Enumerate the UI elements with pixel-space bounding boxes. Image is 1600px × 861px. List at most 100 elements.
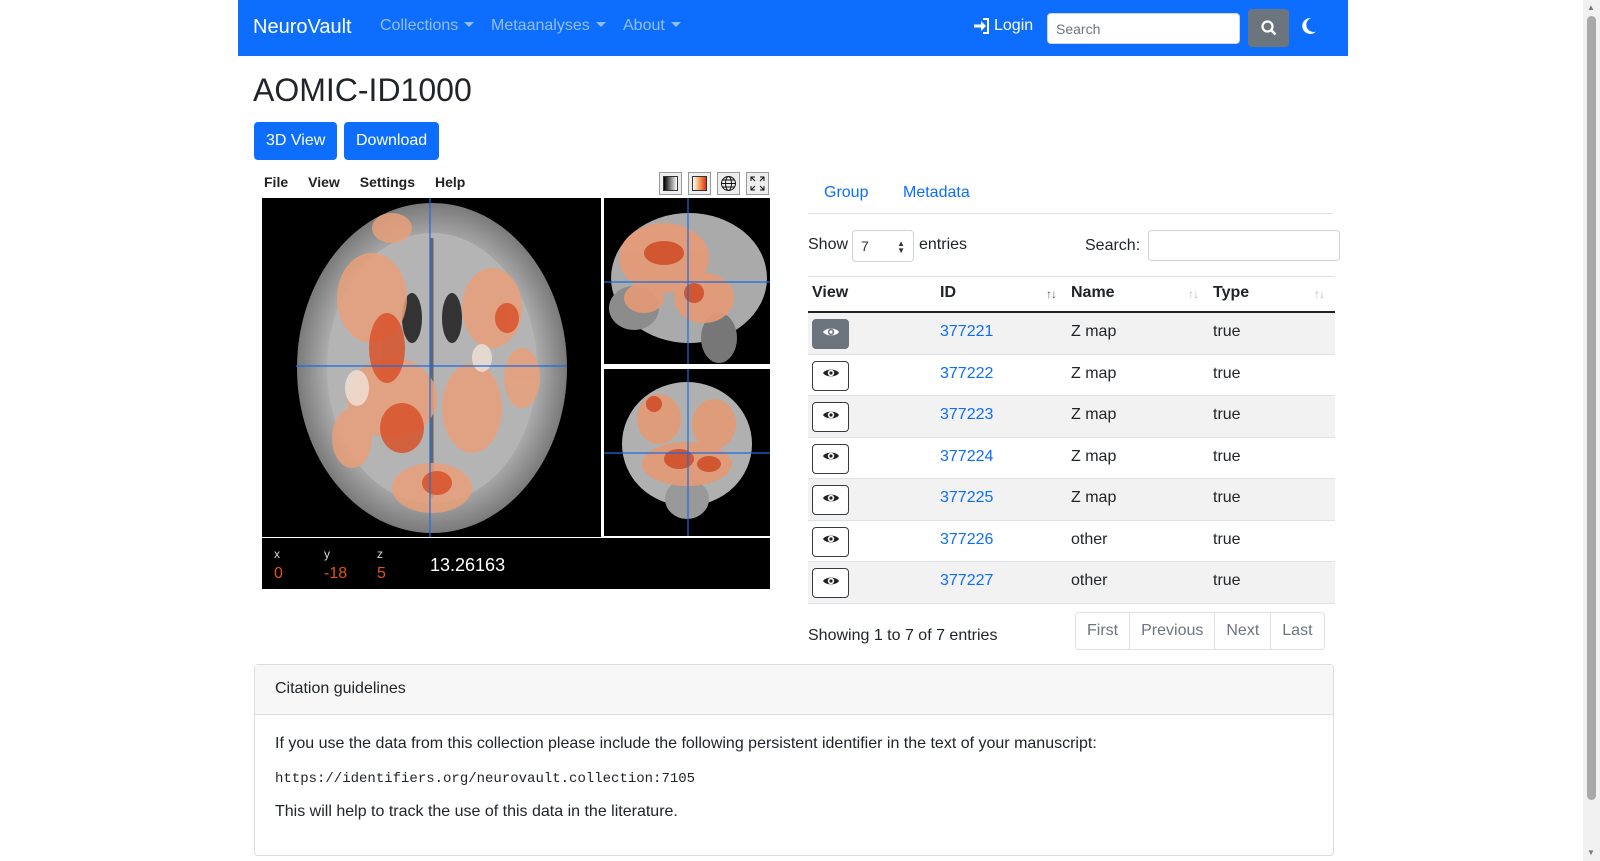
sagittal-view-canvas[interactable] <box>604 198 770 364</box>
chevron-down-icon <box>595 22 606 27</box>
sort-icon: ↑↓ <box>1188 287 1199 301</box>
entries-per-page-select[interactable]: 7 ▲ ▼ <box>852 230 914 262</box>
image-type-cell: true <box>1213 447 1241 465</box>
colormap-icon[interactable] <box>688 172 711 195</box>
nav-collections[interactable]: Collections <box>380 17 475 35</box>
viewer-menu-view[interactable]: View <box>306 172 342 192</box>
image-id-link[interactable]: 377221 <box>940 323 993 341</box>
view-image-button[interactable] <box>812 526 849 557</box>
coronal-view-canvas[interactable] <box>604 369 770 536</box>
navbar-search-input[interactable] <box>1047 13 1240 44</box>
image-type-cell: true <box>1213 572 1241 589</box>
view-image-button[interactable] <box>812 402 849 432</box>
image-type-cell: true <box>1213 364 1241 382</box>
tab-group[interactable]: Group <box>824 184 868 202</box>
viewer-menu-settings[interactable]: Settings <box>358 172 417 192</box>
image-id-link[interactable]: 377222 <box>940 365 993 383</box>
column-header-type[interactable]: Type <box>1213 284 1249 302</box>
table-row: 377226 other true <box>808 521 1335 562</box>
viewer-menu-help[interactable]: Help <box>433 172 467 192</box>
pagination: First Previous Next Last <box>1075 612 1325 650</box>
image-name-cell: Z map <box>1071 447 1117 465</box>
column-header-id[interactable]: ID <box>940 284 956 302</box>
nav-metaanalyses[interactable]: Metaanalyses <box>491 17 606 35</box>
dark-mode-moon-icon[interactable] <box>1301 17 1317 35</box>
table-search-input[interactable] <box>1148 230 1340 261</box>
image-name-cell: Z map <box>1071 489 1117 506</box>
chevron-down-icon <box>464 22 475 27</box>
image-name-cell: Z map <box>1071 323 1117 340</box>
view-image-button[interactable] <box>812 568 849 598</box>
column-header-name[interactable]: Name <box>1071 284 1115 302</box>
show-label: Show <box>808 236 849 253</box>
pager-last[interactable]: Last <box>1271 613 1323 649</box>
content-tabs: Group Metadata <box>808 172 1332 214</box>
eye-icon <box>822 532 840 551</box>
y-coord-value: -18 <box>324 565 348 582</box>
eye-icon <box>822 325 840 344</box>
fullscreen-icon[interactable] <box>746 172 769 195</box>
image-id-link[interactable]: 377223 <box>940 406 993 424</box>
image-type-cell: true <box>1213 406 1241 423</box>
table-header-row: View ID ↑↓ Name ↑↓ Type ↑↓ <box>808 276 1335 313</box>
table-info: Showing 1 to 7 of 7 entries <box>808 627 998 644</box>
scroll-down-icon[interactable]: ▼ <box>1587 848 1595 857</box>
pager-previous[interactable]: Previous <box>1130 613 1216 649</box>
view-image-button[interactable] <box>812 319 849 349</box>
pager-first[interactable]: First <box>1076 613 1131 649</box>
citation-header: Citation guidelines <box>255 665 1333 715</box>
tab-metadata[interactable]: Metadata <box>903 184 970 202</box>
scroll-up-icon[interactable]: ▲ <box>1587 3 1595 12</box>
image-id-link[interactable]: 377225 <box>940 489 993 507</box>
view-image-button[interactable] <box>812 443 849 474</box>
eye-icon <box>822 574 840 593</box>
column-header-view[interactable]: View <box>812 284 848 302</box>
table-row: 377225 Z map true <box>808 479 1335 521</box>
grayscale-icon[interactable] <box>659 172 682 195</box>
page-scrollbar[interactable]: ▲ ▼ <box>1583 0 1600 861</box>
image-name-cell: Z map <box>1071 406 1117 423</box>
viewer-menu-file[interactable]: File <box>262 172 290 192</box>
view-image-button[interactable] <box>812 360 849 391</box>
image-name-cell: other <box>1071 530 1108 548</box>
citation-body: If you use the data from this collection… <box>255 715 1333 857</box>
globe-icon[interactable] <box>717 172 740 195</box>
z-coord-label: z <box>377 547 383 561</box>
image-type-cell: true <box>1213 323 1241 340</box>
login-link[interactable]: Login <box>973 17 1033 35</box>
download-button[interactable]: Download <box>344 122 440 160</box>
table-row: 377227 other true <box>808 562 1335 604</box>
select-arrows-icon: ▲ ▼ <box>897 239 905 255</box>
pager-next[interactable]: Next <box>1215 613 1272 649</box>
axial-view-canvas[interactable] <box>262 198 601 537</box>
viewer-coordinates-bar: x y z 0 -18 5 13.26163 <box>262 538 770 589</box>
navbar-search-button[interactable] <box>1248 9 1289 47</box>
page-title: AOMIC-ID1000 <box>253 72 472 108</box>
3d-view-button[interactable]: 3D View <box>254 122 338 160</box>
image-id-link[interactable]: 377226 <box>940 531 993 549</box>
image-id-link[interactable]: 377224 <box>940 448 993 466</box>
image-type-cell: true <box>1213 530 1241 548</box>
eye-icon <box>822 449 840 468</box>
top-navbar: NeuroVault Collections Metaanalyses Abou… <box>238 0 1348 56</box>
eye-icon <box>822 366 840 385</box>
brand-link[interactable]: NeuroVault <box>253 16 352 39</box>
citation-outro: This will help to track the use of this … <box>275 803 678 820</box>
table-body: 377221 Z map true 377222 Z map true 377223 Z ma… <box>808 313 1335 604</box>
sign-in-icon <box>974 18 989 34</box>
x-coord-value: 0 <box>274 565 283 582</box>
viewer-toolbar <box>659 172 769 195</box>
citation-card: Citation guidelines If you use the data … <box>254 664 1334 856</box>
sort-ascending-icon: ↑↓ <box>1046 287 1057 301</box>
eye-icon <box>822 408 840 427</box>
image-id-link[interactable]: 377227 <box>940 572 993 590</box>
nav-about[interactable]: About <box>623 17 681 35</box>
search-icon <box>1260 20 1276 36</box>
images-table: View ID ↑↓ Name ↑↓ Type ↑↓ 377221 Z map tr… <box>808 276 1335 604</box>
chevron-down-icon <box>670 22 681 27</box>
view-image-button[interactable] <box>812 485 849 515</box>
z-coord-value: 5 <box>377 565 386 582</box>
scrollbar-thumb[interactable] <box>1587 16 1596 800</box>
intensity-value: 13.26163 <box>430 555 506 575</box>
entries-label: entries <box>919 236 968 253</box>
